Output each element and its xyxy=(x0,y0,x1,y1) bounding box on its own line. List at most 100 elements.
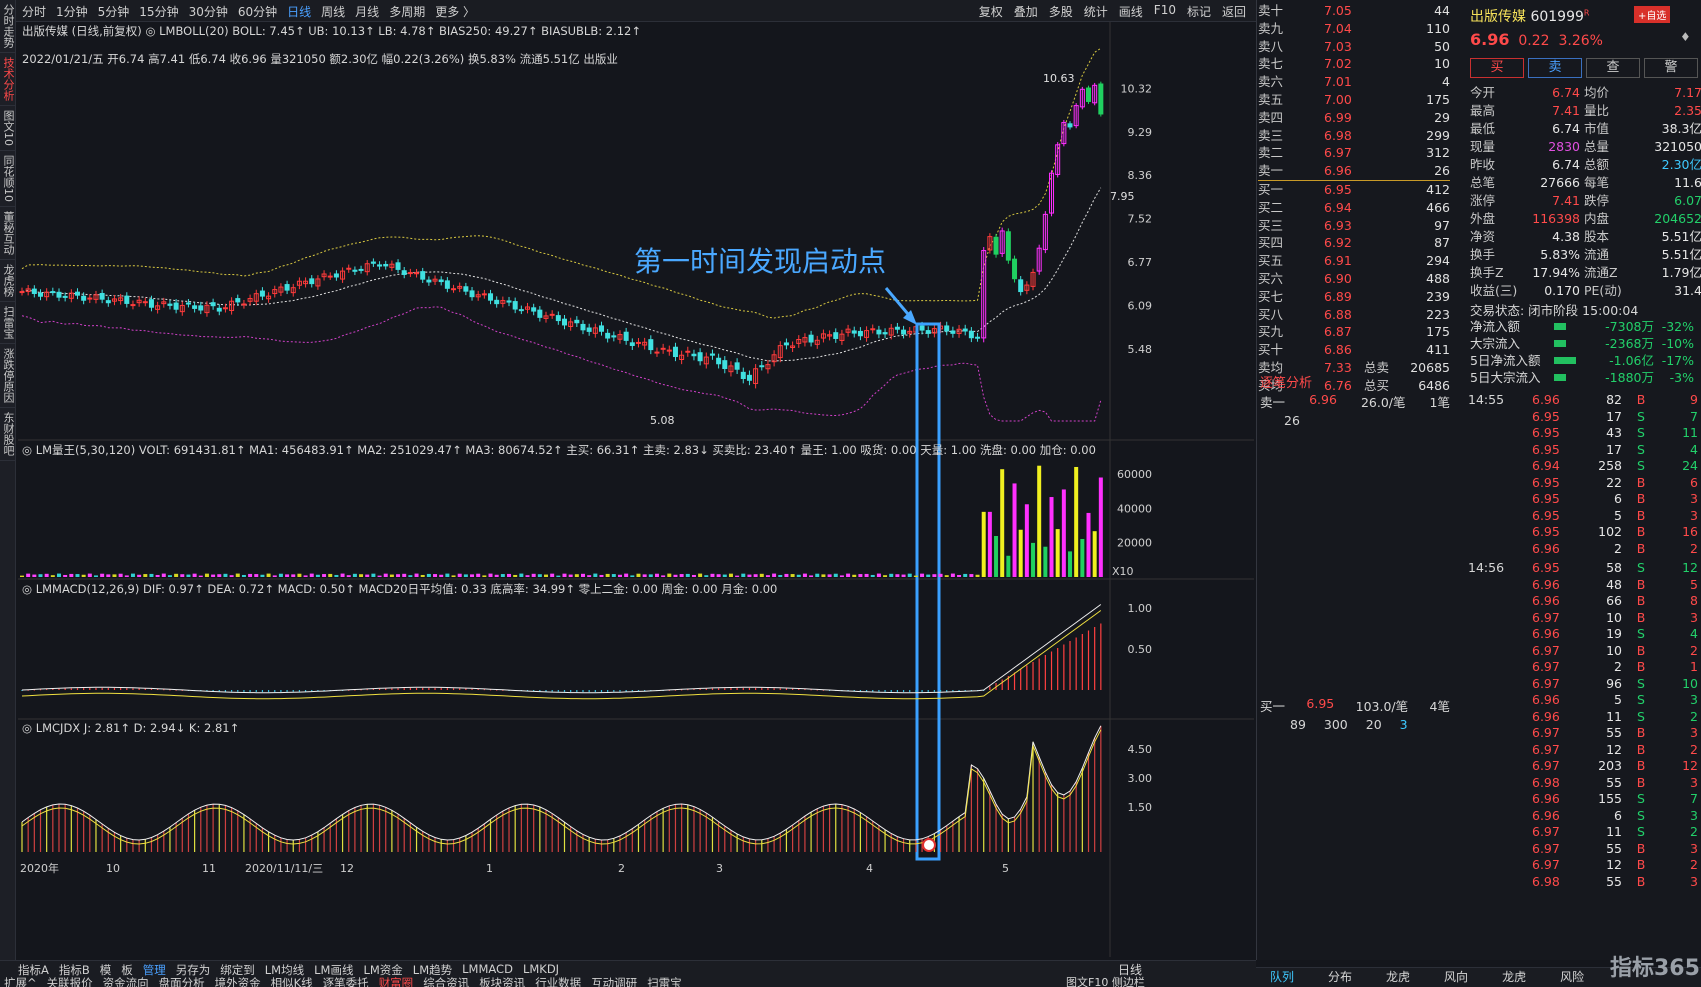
vtab-6[interactable]: 扫雷宝 xyxy=(0,302,16,344)
kdj-bar xyxy=(286,839,288,852)
f10-sidebar-toggle[interactable]: 图文F10 侧边栏 xyxy=(1066,974,1145,987)
bottom-tab-8[interactable]: 综合资讯 xyxy=(423,975,469,987)
toolbar-btn-2[interactable]: 多股 xyxy=(1049,3,1073,20)
bottom-tab-3[interactable]: 盘面分析 xyxy=(159,975,205,987)
toolbar-btn-7[interactable]: 返回 xyxy=(1222,3,1246,20)
high-label: 10.63 xyxy=(1043,72,1075,85)
period-tab-7[interactable]: 周线 xyxy=(321,3,345,20)
tick-side: S xyxy=(1637,626,1645,641)
vtab-0[interactable]: 分时走势 xyxy=(0,0,16,53)
volume-bar xyxy=(870,574,875,577)
volume-bar xyxy=(155,574,160,577)
bottom-tab-6[interactable]: 逐笔委托 xyxy=(323,975,369,987)
period-tab-10[interactable]: 更多 〉 xyxy=(435,3,475,20)
period-tab-1[interactable]: 1分钟 xyxy=(56,3,88,20)
period-tab-5[interactable]: 60分钟 xyxy=(238,3,277,20)
bottom-tab-10[interactable]: 行业数据 xyxy=(535,975,581,987)
kline-chart-area[interactable]: 10.32 9.29 8.36 7.52 6.77 6.09 5.48 7.95 10.63 5.… xyxy=(18,22,1254,957)
kdj-bar xyxy=(372,804,374,852)
vtab-8[interactable]: 东财股吧 xyxy=(0,408,16,461)
candle xyxy=(333,273,339,278)
kdj-bar xyxy=(194,810,196,852)
bottom-tab-4[interactable]: 境外资金 xyxy=(215,975,261,987)
right-tab-4[interactable]: 龙虎 xyxy=(1502,968,1526,987)
bottom-tab-1[interactable]: 关联报价 xyxy=(47,975,93,987)
period-tab-9[interactable]: 多周期 xyxy=(389,3,425,20)
toolbar-btn-1[interactable]: 叠加 xyxy=(1014,3,1038,20)
toolbar-btn-5[interactable]: F10 xyxy=(1154,3,1176,20)
period-tab-4[interactable]: 30分钟 xyxy=(189,3,228,20)
candle xyxy=(222,307,228,310)
tick-side: B xyxy=(1636,507,1646,523)
sell-button[interactable]: 卖 xyxy=(1528,58,1582,78)
candle xyxy=(562,318,567,326)
alert-button[interactable]: 警 xyxy=(1644,58,1698,78)
bottom-tab-9[interactable]: 板块资讯 xyxy=(479,975,525,987)
toolbar-btn-3[interactable]: 统计 xyxy=(1084,3,1108,20)
vtab-7[interactable]: 涨跌停原因 xyxy=(0,344,16,408)
query-button[interactable]: 查 xyxy=(1586,58,1640,78)
vtab-3[interactable]: 同花顺10 xyxy=(0,151,16,207)
period-tab-3[interactable]: 15分钟 xyxy=(139,3,178,20)
tick-side: B xyxy=(1636,491,1646,506)
bottom-tab-7[interactable]: 财富圈 xyxy=(379,975,414,987)
kdj-bar xyxy=(1087,752,1090,852)
volume-bar xyxy=(920,573,925,577)
toolbar-btn-4[interactable]: 画线 xyxy=(1119,3,1143,20)
bottom-tab-12[interactable]: 扫雷宝 xyxy=(647,975,682,987)
buy-button[interactable]: 买 xyxy=(1470,58,1524,78)
macd-bar xyxy=(1032,662,1034,690)
bid-row-label: 买三 xyxy=(1258,217,1284,233)
right-tab-5[interactable]: 风险 xyxy=(1560,968,1584,987)
right-tab-0[interactable]: 队列 xyxy=(1270,968,1294,987)
macd-bar xyxy=(748,687,751,690)
ask-row: 卖一 6.96 26 xyxy=(1258,162,1458,180)
vtab-4[interactable]: 董秘互动 xyxy=(0,207,16,260)
period-tab-6[interactable]: 日线 xyxy=(287,3,311,20)
right-tab-3[interactable]: 风向 xyxy=(1444,968,1468,987)
candle xyxy=(950,330,956,334)
bottom-tab-11[interactable]: 互动调研 xyxy=(591,975,637,987)
add-watch-button[interactable]: +自选 xyxy=(1634,6,1671,23)
flow-val: -2368万 xyxy=(1605,336,1654,351)
tick-count: 10 xyxy=(1682,675,1698,691)
kdj-bar xyxy=(865,816,868,852)
vtab-1[interactable]: 技术分析 xyxy=(0,53,16,106)
bottom-tab-0[interactable]: 扩展^ xyxy=(4,975,37,987)
toolbar-btn-0[interactable]: 复权 xyxy=(979,3,1003,20)
period-tab-8[interactable]: 月线 xyxy=(355,3,379,20)
volume-bar xyxy=(235,573,240,577)
tick-side: B xyxy=(1636,840,1646,856)
volume-bar xyxy=(389,574,394,577)
quote-key2: 内盘 xyxy=(1584,211,1610,226)
kdj-bar xyxy=(835,804,837,852)
volume-bar xyxy=(192,573,197,577)
bottom-tab-5[interactable]: 相似K线 xyxy=(271,975,313,987)
quote-key: 总笔 xyxy=(1470,175,1496,190)
chart-canvas[interactable]: 10.32 9.29 8.36 7.52 6.77 6.09 5.48 7.95 10.63 5.… xyxy=(18,22,1254,957)
toolbar-btn-6[interactable]: 标记 xyxy=(1187,3,1211,20)
vtab-2[interactable]: 图文10 xyxy=(0,106,16,151)
tick-price: 6.96 xyxy=(1532,576,1560,592)
volume-bar xyxy=(223,573,228,577)
period-tab-0[interactable]: 分时 xyxy=(22,3,46,20)
tick-row: 6.95 102 B 16 xyxy=(1532,524,1700,540)
tick-buy-label: 买一 xyxy=(1260,699,1286,714)
right-tab-2[interactable]: 龙虎 xyxy=(1386,968,1410,987)
tick-price: 6.95 xyxy=(1532,507,1560,523)
macd-bar xyxy=(237,690,239,692)
ask-row-vol: 175 xyxy=(1426,91,1450,107)
candle xyxy=(648,339,654,351)
bell-icon[interactable]: ♦ xyxy=(1680,30,1691,44)
volume-bar xyxy=(790,574,795,577)
period-tab-2[interactable]: 5分钟 xyxy=(98,3,130,20)
tick-vol: 66 xyxy=(1606,593,1622,608)
tick-count: 2 xyxy=(1690,642,1698,658)
right-tab-1[interactable]: 分布 xyxy=(1328,968,1352,987)
kdj-bar xyxy=(533,804,535,852)
bottom-tab-2[interactable]: 资金流向 xyxy=(103,975,149,987)
volume-bar xyxy=(981,511,986,577)
kdj-bar xyxy=(847,806,849,852)
tick-count: 3 xyxy=(1690,840,1698,856)
vtab-5[interactable]: 龙虎榜 xyxy=(0,260,16,302)
